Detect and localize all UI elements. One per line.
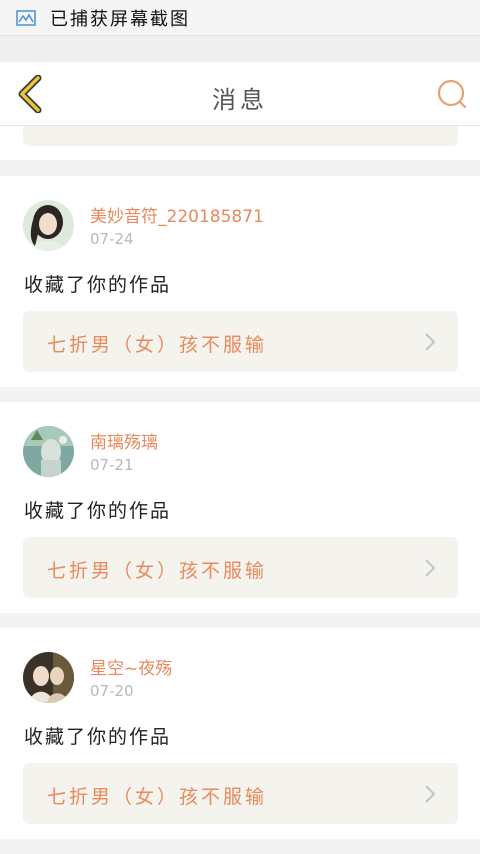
search-button[interactable] (434, 76, 470, 112)
page-title: 消息 (212, 86, 268, 114)
message-card: 星空~夜殇 07-20 收藏了你的作品 七折男（女）孩不服输 (0, 628, 480, 839)
work-title: 七折男（女）孩不服输 (47, 560, 268, 582)
message-text: 收藏了你的作品 (24, 500, 172, 522)
previous-work-box[interactable] (23, 126, 458, 146)
chevron-right-icon (425, 559, 436, 577)
nav-bar: 消息 (0, 62, 480, 126)
status-text: 已捕获屏幕截图 (50, 8, 190, 30)
chevron-right-icon (425, 333, 436, 351)
message-card: 南璃殇璃 07-21 收藏了你的作品 七折男（女）孩不服输 (0, 402, 480, 613)
work-link[interactable]: 七折男（女）孩不服输 (23, 763, 458, 824)
avatar[interactable] (23, 426, 74, 477)
message-card: 美妙音符_220185871 07-24 收藏了你的作品 七折男（女）孩不服输 (0, 176, 480, 387)
work-title: 七折男（女）孩不服输 (47, 334, 268, 356)
work-link[interactable]: 七折男（女）孩不服输 (23, 537, 458, 598)
chevron-right-icon (425, 785, 436, 803)
message-list: 美妙音符_220185871 07-24 收藏了你的作品 七折男（女）孩不服输 … (0, 176, 480, 854)
message-date: 07-20 (90, 682, 134, 700)
header-spacer (0, 36, 480, 62)
username-link[interactable]: 美妙音符_220185871 (90, 202, 264, 227)
search-icon (437, 79, 467, 109)
avatar[interactable] (23, 652, 74, 703)
work-title: 七折男（女）孩不服输 (47, 786, 268, 808)
status-bar: 已捕获屏幕截图 (0, 0, 480, 36)
message-text: 收藏了你的作品 (24, 274, 172, 296)
message-date: 07-24 (90, 230, 134, 248)
message-text: 收藏了你的作品 (24, 726, 172, 748)
screenshot-icon (16, 9, 36, 26)
username-link[interactable]: 南璃殇璃 (90, 428, 158, 453)
message-date: 07-21 (90, 456, 134, 474)
avatar[interactable] (23, 200, 74, 251)
username-link[interactable]: 星空~夜殇 (90, 654, 172, 679)
previous-card-tail (0, 126, 480, 160)
work-link[interactable]: 七折男（女）孩不服输 (23, 311, 458, 372)
